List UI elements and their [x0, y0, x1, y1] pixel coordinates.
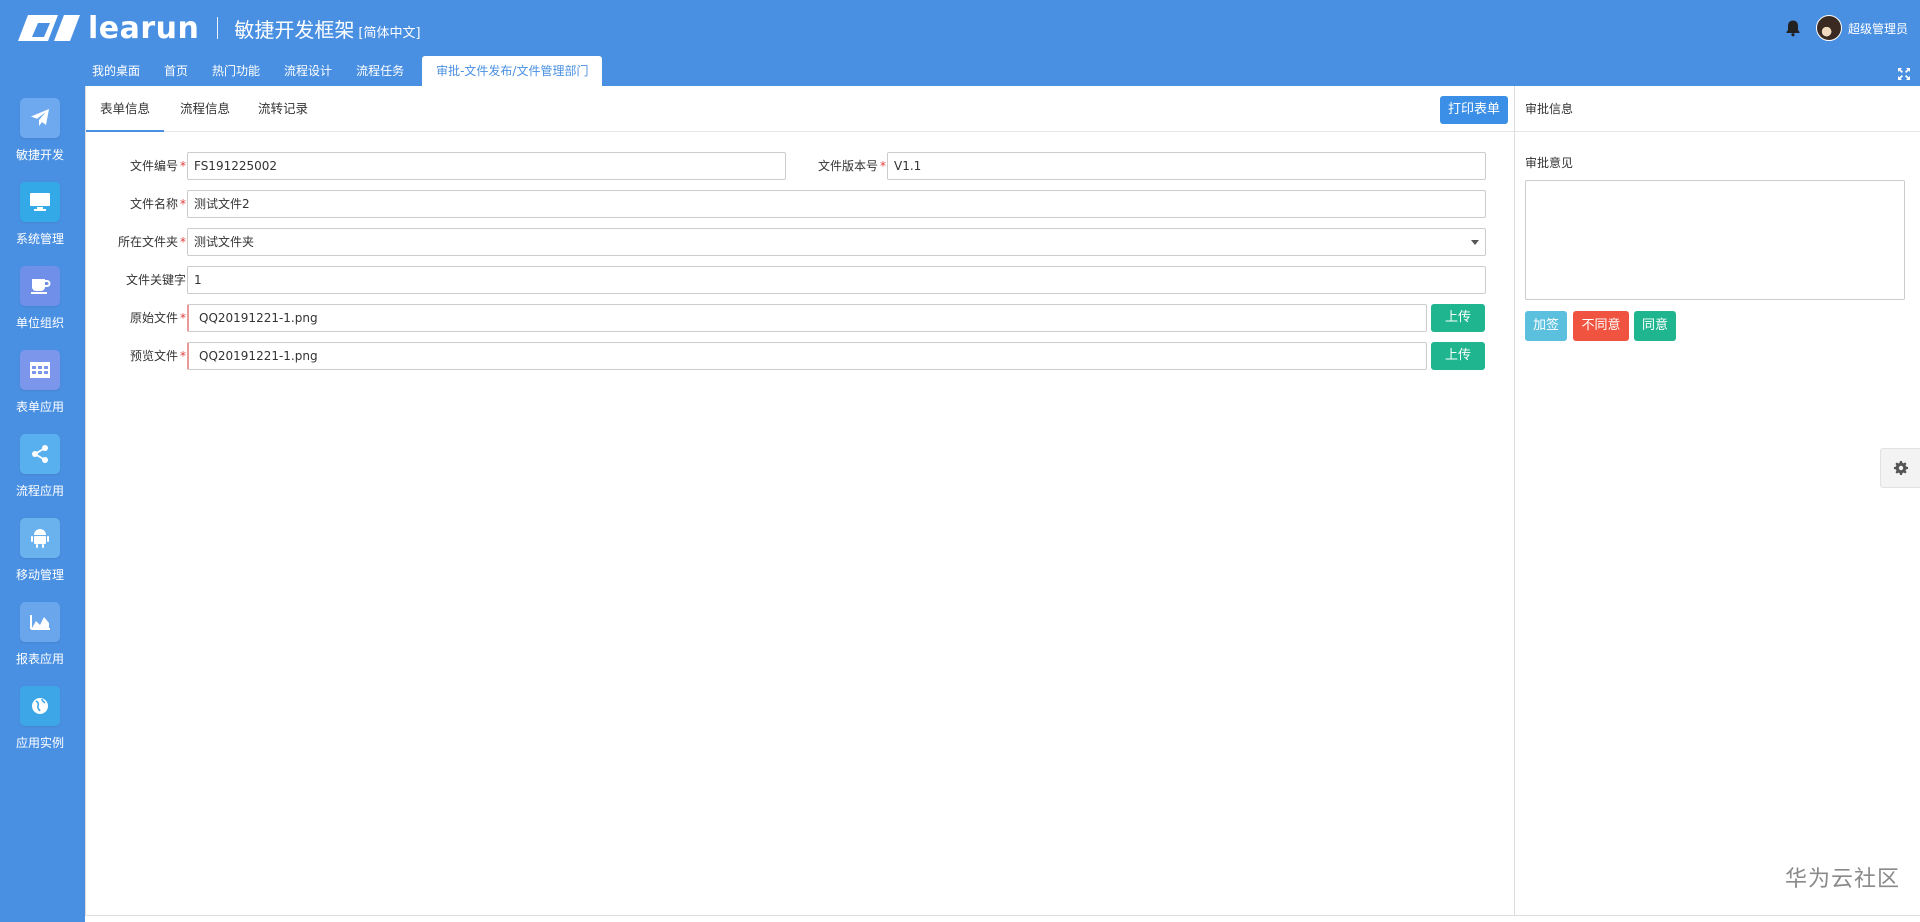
file-name-input[interactable]: 测试文件2 [187, 190, 1486, 218]
table-icon [20, 350, 60, 390]
tab-my-desktop[interactable]: 我的桌面 [80, 56, 152, 86]
area-chart-icon [20, 602, 60, 642]
tab-process-design[interactable]: 流程设计 [272, 56, 344, 86]
sidebar-item-label: 流程应用 [15, 484, 64, 498]
brand-subtitle: 敏捷开发框架 [234, 17, 355, 42]
form-panel: 表单信息 流程信息 流转记录 打印表单 文件编号 * FS191225002 文件… [85, 86, 1515, 916]
language-switch[interactable]: [简体中文] [358, 22, 420, 41]
file-no-label: 文件编号 * [129, 159, 186, 173]
sidebar-item-label: 单位组织 [15, 316, 64, 330]
form-tabs: 表单信息 流程信息 流转记录 打印表单 [86, 86, 1514, 132]
preview-file-input[interactable]: QQ20191221-1.png [187, 342, 1427, 370]
coffee-cup-icon [20, 266, 60, 306]
approval-opinion-label: 审批意见 [1525, 156, 1574, 170]
keyword-input[interactable]: 1 [187, 266, 1486, 294]
brand-name: learun [88, 10, 200, 46]
brand-divider [217, 17, 219, 39]
sidebar-item-form-apps[interactable]: 表单应用 [0, 350, 80, 434]
folder-select-value: 测试文件夹 [194, 235, 255, 249]
sidebar-item-label: 应用实例 [15, 736, 64, 750]
learun-logo-icon [18, 15, 80, 41]
globe-icon [20, 686, 60, 726]
sidebar-item-process-apps[interactable]: 流程应用 [0, 434, 80, 518]
approval-panel: 审批信息 审批意见 加签 不同意 同意 华为云社区 [1515, 86, 1920, 916]
username[interactable]: 超级管理员 [1848, 20, 1908, 37]
monitor-icon [20, 182, 60, 222]
sidebar-item-label: 移动管理 [15, 568, 64, 582]
sidebar-item-label: 敏捷开发 [15, 148, 64, 162]
disagree-button[interactable]: 不同意 [1573, 311, 1629, 341]
sidebar-item-label: 表单应用 [15, 400, 64, 414]
sidebar-item-label: 报表应用 [15, 652, 64, 666]
upload-preview-button[interactable]: 上传 [1431, 342, 1485, 370]
paper-plane-icon [20, 98, 60, 138]
original-file-input[interactable]: QQ20191221-1.png [187, 304, 1427, 332]
version-input[interactable]: V1.1 [887, 152, 1486, 180]
android-icon [20, 518, 60, 558]
sidebar-item-org-units[interactable]: 单位组织 [0, 266, 80, 350]
approval-title: 审批信息 [1515, 86, 1920, 132]
caret-down-icon [1471, 240, 1479, 245]
print-form-button[interactable]: 打印表单 [1439, 96, 1508, 124]
folder-select[interactable]: 测试文件夹 [187, 228, 1486, 256]
preview-file-label: 预览文件 * [129, 349, 186, 363]
main-content: 表单信息 流程信息 流转记录 打印表单 文件编号 * FS191225002 文件… [85, 86, 1920, 922]
tab-transfer-records[interactable]: 流转记录 [250, 86, 316, 132]
sidebar-item-report-apps[interactable]: 报表应用 [0, 602, 80, 686]
nav-tabs: 我的桌面 首页 热门功能 流程设计 流程任务 审批-文件发布/文件管理部门 [80, 56, 603, 86]
fullscreen-icon[interactable] [1896, 66, 1912, 82]
sidebar-item-system-mgmt[interactable]: 系统管理 [0, 182, 80, 266]
avatar[interactable] [1815, 15, 1842, 41]
settings-toggle[interactable] [1880, 448, 1920, 488]
folder-label: 所在文件夹 * [117, 235, 186, 249]
file-no-input[interactable]: FS191225002 [187, 152, 786, 180]
share-icon [20, 434, 60, 474]
logo[interactable]: learun 敏捷开发框架 [简体中文] [18, 10, 421, 46]
tab-process-info[interactable]: 流程信息 [170, 86, 240, 132]
sidebar-item-app-examples[interactable]: 应用实例 [0, 686, 80, 770]
agree-button[interactable]: 同意 [1634, 311, 1676, 341]
tab-form-info[interactable]: 表单信息 [86, 86, 164, 132]
tab-home[interactable]: 首页 [152, 56, 200, 86]
sidebar: 敏捷开发 系统管理 单位组织 表单应用 流程应用 移动管理 报表应用 应用实例 [0, 86, 80, 922]
tab-hot-functions[interactable]: 热门功能 [200, 56, 272, 86]
sidebar-item-label: 系统管理 [15, 232, 64, 246]
gear-icon [1893, 461, 1908, 475]
bell-icon[interactable] [1782, 17, 1804, 39]
top-header: learun 敏捷开发框架 [简体中文] 超级管理员 [0, 0, 1920, 56]
sidebar-item-agile-dev[interactable]: 敏捷开发 [0, 98, 80, 182]
user-area: 超级管理员 [1782, 14, 1908, 42]
add-sign-button[interactable]: 加签 [1525, 311, 1567, 341]
tab-process-tasks[interactable]: 流程任务 [344, 56, 416, 86]
sidebar-item-mobile-mgmt[interactable]: 移动管理 [0, 518, 80, 602]
upload-original-button[interactable]: 上传 [1431, 304, 1485, 332]
tab-approval-file-publish[interactable]: 审批-文件发布/文件管理部门 [422, 56, 603, 86]
approval-opinion-textarea[interactable] [1525, 180, 1905, 300]
watermark: 华为云社区 [1784, 867, 1900, 892]
file-name-label: 文件名称 * [129, 197, 186, 211]
original-file-label: 原始文件 * [129, 311, 186, 325]
version-label: 文件版本号 * [817, 159, 886, 173]
keyword-label: 文件关键字 [125, 273, 186, 287]
